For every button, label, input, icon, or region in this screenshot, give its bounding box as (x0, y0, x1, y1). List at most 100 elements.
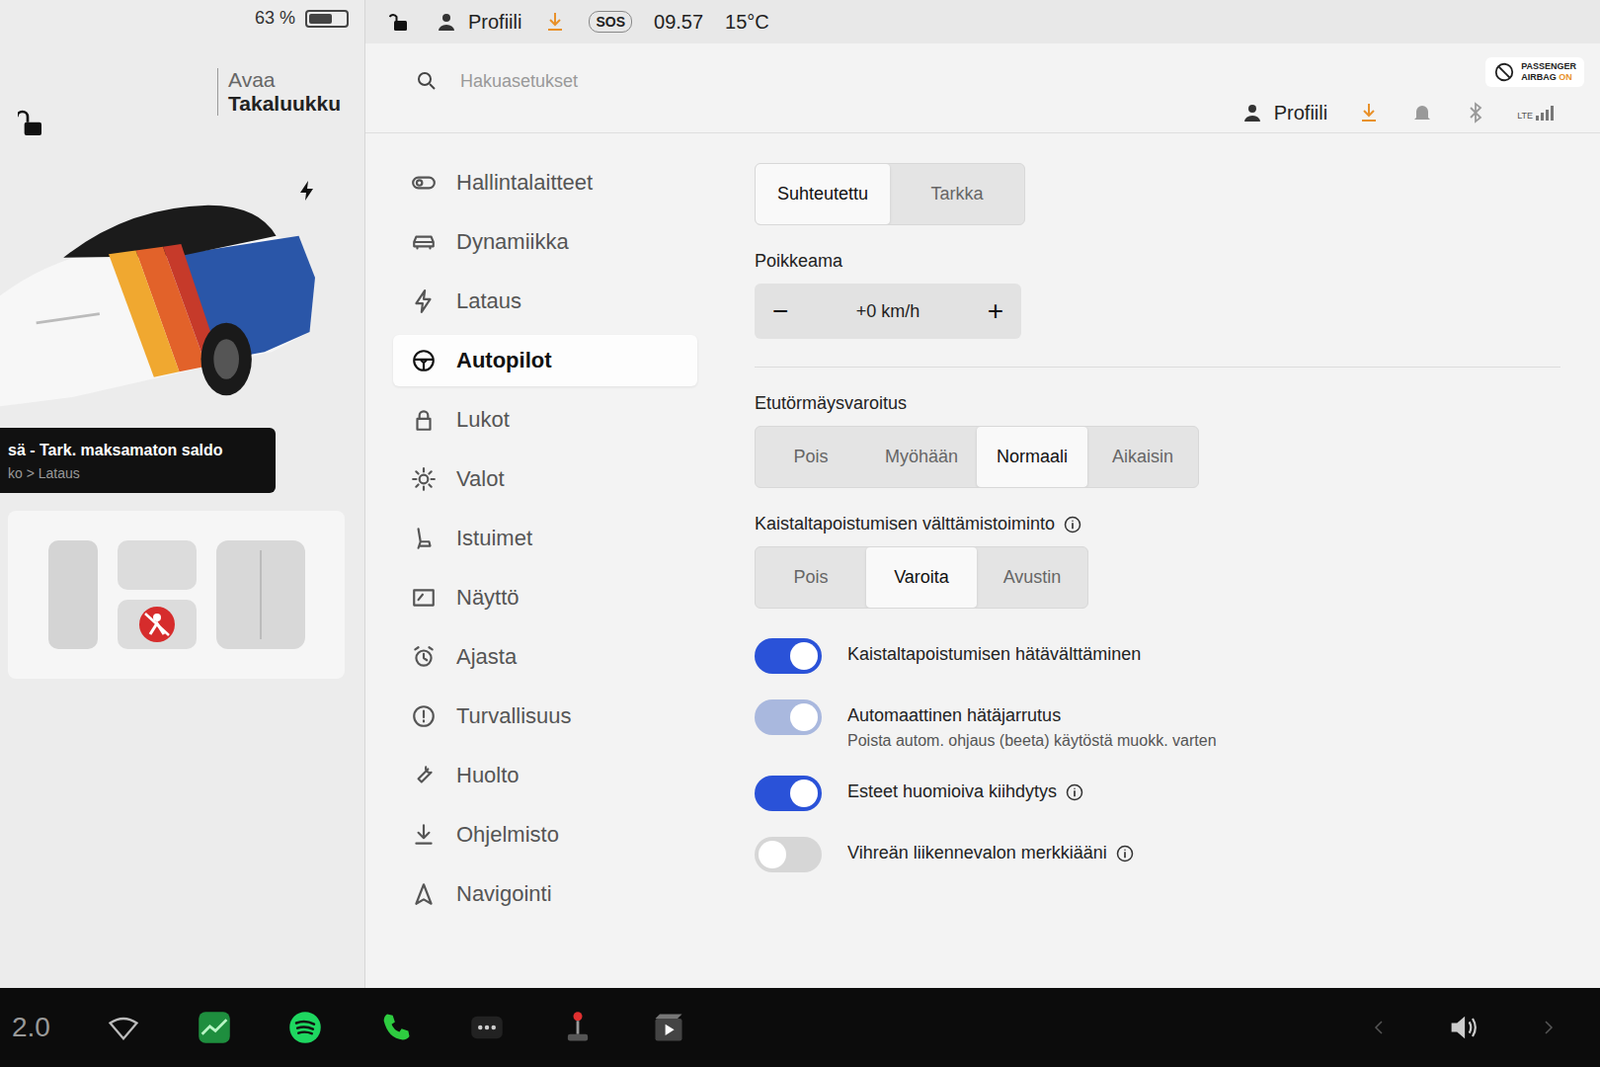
sidebar-item-label: Huolto (456, 762, 520, 789)
search-field[interactable]: Hakuasetukset (414, 57, 578, 93)
download-icon[interactable] (1357, 100, 1381, 125)
segment-option[interactable]: Suhteutettu (755, 163, 890, 225)
segment-option[interactable]: Normaali (976, 426, 1088, 487)
sidebar-item-icon (410, 821, 437, 848)
toggle-text: Automaattinen hätäjarrutus Poista autom.… (847, 699, 1217, 750)
phone-icon[interactable] (378, 1009, 414, 1045)
increase-button[interactable]: + (987, 297, 1004, 325)
network-type: LTE (1517, 110, 1533, 121)
sidebar-item[interactable]: Dynamiikka (393, 216, 698, 268)
toggle-label: Esteet huomioiva kiihdytys (847, 781, 1085, 802)
offset-label: Poikkeama (754, 250, 843, 272)
seat-map-icon (28, 520, 325, 669)
toggle-text: Esteet huomioiva kiihdytys (847, 775, 1085, 802)
car-figure (0, 139, 365, 416)
sidebar-item[interactable]: Näyttö (393, 571, 698, 624)
segment-option[interactable]: Myöhään (866, 426, 977, 487)
search-row: Hakuasetukset PASSENGERAIRBAG ON Profiili L… (365, 43, 1600, 134)
sidebar-item-icon (410, 347, 437, 374)
sidebar-item-label: Turvallisuus (456, 703, 572, 729)
toggle-subtitle: Poista autom. ohjaus (beeta) käytöstä mu… (847, 731, 1217, 750)
segment-option[interactable]: Varoita (866, 547, 977, 608)
signal-indicator: LTE (1517, 104, 1555, 121)
sidebar-item-label: Lukot (456, 406, 510, 433)
speed-readout: 2.0 (11, 1011, 51, 1043)
signal-bars-icon (1534, 104, 1555, 121)
car-lock-icon[interactable] (17, 107, 50, 140)
settings-panel: ProfiiliSOS09.5715°CHakuasetuksetPASSENG… (365, 0, 1600, 988)
lane-departure-control: PoisVaroitaAvustin (754, 546, 1089, 609)
airbag-line1: PASSENGER (1520, 61, 1577, 73)
unlock-icon[interactable] (389, 9, 413, 34)
info-icon[interactable] (1064, 782, 1085, 802)
toggle-text: Kaistaltapoistumisen hätävälttäminen (847, 638, 1141, 665)
search-placeholder: Hakuasetukset (460, 71, 578, 92)
chart-app-icon[interactable] (196, 1009, 233, 1045)
airbag-icon (1493, 61, 1516, 83)
toggle-label: Kaistaltapoistumisen hätävälttäminen (847, 643, 1141, 665)
segment-option[interactable]: Pois (755, 547, 867, 608)
download-icon[interactable] (543, 9, 567, 34)
sidebar-item[interactable]: Hallintalaitteet (393, 157, 698, 209)
sidebar-item[interactable]: Lukot (393, 394, 698, 446)
info-icon[interactable] (1115, 843, 1135, 864)
sidebar-item-icon (410, 466, 437, 492)
sidebar-item-icon (410, 584, 437, 611)
theater-icon[interactable] (650, 1009, 687, 1045)
info-icon[interactable] (1062, 514, 1083, 535)
temperature: 15°C (724, 10, 770, 34)
toggle-switch[interactable] (754, 638, 822, 674)
section-label: Kaistaltapoistumisen välttämistoiminto (754, 513, 1083, 535)
sidebar-item[interactable]: Huolto (393, 749, 698, 801)
decrease-button[interactable]: − (772, 297, 789, 325)
sidebar-item[interactable]: Autopilot (393, 334, 698, 387)
sidebar-item-label: Navigointi (456, 880, 553, 907)
wiper-icon[interactable] (105, 1009, 142, 1045)
header-profile[interactable]: Profiili (1240, 100, 1328, 125)
bluetooth-icon[interactable] (1463, 100, 1488, 125)
sidebar-item[interactable]: Lataus (393, 275, 698, 327)
sidebar-item-icon (410, 406, 437, 433)
segment-option[interactable]: Avustin (976, 547, 1088, 608)
segment-option[interactable]: Pois (755, 426, 867, 487)
sidebar-item[interactable]: Ajasta (393, 631, 698, 683)
offset-value: +0 km/h (856, 301, 921, 322)
sidebar-item-icon (410, 643, 437, 670)
profile-button[interactable]: Profiili (434, 9, 522, 34)
sidebar-item-icon (410, 229, 437, 255)
notification-subtitle: ko > Lataus (7, 465, 262, 481)
segment-option[interactable]: Aikaisin (1087, 426, 1199, 487)
sidebar-item[interactable]: Navigointi (393, 868, 698, 920)
passenger-airbag-badge: PASSENGERAIRBAG ON (1485, 57, 1585, 87)
toggle-row: Kaistaltapoistumisen hätävälttäminen (754, 638, 1217, 674)
airbag-text: PASSENGERAIRBAG ON (1520, 61, 1577, 83)
battery-percent: 63 % (254, 7, 296, 29)
sidebar-item-icon (410, 169, 437, 196)
divider (754, 366, 1561, 368)
sidebar-item[interactable]: Istuimet (393, 512, 698, 564)
sidebar-item[interactable]: Valot (393, 453, 698, 505)
trunk-button[interactable]: AvaaTakaluukku (217, 68, 341, 116)
segment-option[interactable]: Tarkka (889, 163, 1025, 225)
spotify-icon[interactable] (287, 1009, 323, 1045)
notification-card[interactable]: sä - Tark. maksamaton saldoko > Lataus (0, 427, 276, 493)
trunk-name: Takaluukku (228, 91, 341, 116)
profile-label: Profiili (468, 10, 522, 34)
sidebar-item[interactable]: Ohjelmisto (393, 808, 698, 861)
sidebar-item[interactable]: Turvallisuus (393, 690, 698, 742)
charging-bolt-icon (295, 178, 320, 203)
toggle-switch[interactable] (754, 836, 822, 873)
airbag-line2: AIRBAG ON (1520, 72, 1577, 83)
volume-icon[interactable] (1445, 1009, 1482, 1045)
sidebar-item-icon (410, 762, 437, 789)
sidebar-item-label: Hallintalaitteet (456, 169, 593, 196)
more-apps-icon[interactable] (469, 1009, 505, 1045)
forward-collision-control: PoisMyöhäänNormaaliAikaisin (754, 425, 1200, 488)
toggle-row: Automaattinen hätäjarrutus Poista autom.… (754, 699, 1217, 750)
next-icon[interactable] (1536, 1015, 1561, 1040)
joystick-icon[interactable] (560, 1009, 596, 1045)
toggle-switch[interactable] (754, 775, 822, 811)
offset-stepper: − +0 km/h + (754, 283, 1022, 339)
previous-icon[interactable] (1366, 1015, 1391, 1040)
bell-icon[interactable] (1410, 100, 1435, 125)
